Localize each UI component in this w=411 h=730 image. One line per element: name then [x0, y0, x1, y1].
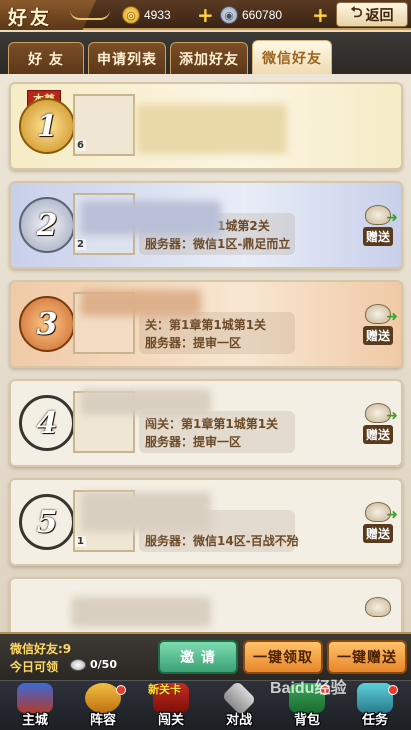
gift-label: 赠送 [362, 524, 393, 543]
back-arrow-icon: ⮌ [350, 3, 363, 21]
top-bar: 好友 ◎ 4933 + ◉ 660780 + ⮌ 返回 [0, 0, 411, 30]
today-claim-value: 0/50 [90, 658, 117, 671]
tab-wechat-friends[interactable]: 微信好友 [252, 40, 332, 74]
nav-stages[interactable]: 闯关 新关卡 [138, 681, 204, 730]
friend-stage: 1城第2关 [217, 219, 270, 233]
today-claim-count: 0/50 [70, 658, 117, 671]
gift-button[interactable]: ➜ 赠送 [358, 502, 398, 548]
gold-coin-icon: ◎ [122, 6, 140, 24]
rank-medal-2: 2 [19, 197, 75, 253]
friend-server: 服务器：提审一区 [145, 336, 242, 350]
rank-medal-5: 5 [19, 494, 75, 550]
friend-stage: 闯关：第1章第1城第1关 [145, 417, 279, 431]
tab-friends[interactable]: 好 友 [8, 42, 84, 74]
gift-button[interactable]: ➜ 赠送 [358, 205, 398, 251]
gift-label: 赠送 [362, 227, 393, 246]
nav-main-city[interactable]: 主城 [2, 681, 68, 730]
add-silver-plus-icon[interactable]: + [312, 5, 329, 25]
blurred-name [81, 492, 211, 532]
blurred-name [81, 389, 211, 415]
gold-amount: 4933 [144, 8, 171, 22]
blurred-name [81, 201, 221, 235]
blurred-name [81, 290, 201, 316]
gift-button[interactable]: ➜ 赠送 [358, 304, 398, 350]
bottom-nav: 主城 阵容 闯关 新关卡 对战 背包 任务 [0, 680, 411, 730]
bun-gift-icon: ➜ [365, 304, 398, 325]
rank-medal-1: 1 [19, 98, 75, 154]
title-swirl-decoration [70, 10, 110, 20]
rank-number: 5 [36, 504, 58, 540]
friend-card: 2 2 1城第2关 服务器：微信1区-鼎足而立 ➜ 赠送 [9, 181, 403, 269]
friend-list[interactable]: 本尊 1 6 2 2 1城第2关 服务器：微信1区-鼎足而立 ➜ 赠送 3 [0, 74, 411, 632]
add-gold-plus-icon[interactable]: + [197, 5, 214, 25]
friend-card: 3 关：第1章第1城第1关 服务器：提审一区 ➜ 赠送 [9, 280, 403, 368]
new-stage-tag: 新关卡 [148, 683, 181, 696]
gift-label: 赠送 [362, 326, 393, 345]
friend-info: 关：第1章第1城第1关 服务器：提审一区 [139, 312, 295, 354]
friend-card: 4 闯关：第1章第1城第1关 服务器：提审一区 ➜ 赠送 [9, 379, 403, 467]
nav-label: 背包 [293, 713, 320, 728]
back-label: 返回 [365, 7, 394, 24]
today-claimable-label: 今日可领 [10, 660, 59, 674]
rank-number: 4 [36, 405, 58, 441]
nav-label: 闯关 [157, 713, 184, 728]
friend-stage: 关：第1章第1城第1关 [145, 318, 267, 332]
bun-gift-icon: ➜ [365, 205, 398, 226]
friend-card-self: 本尊 1 6 [9, 82, 403, 170]
rank-number: 1 [36, 108, 58, 144]
page-title: 好友 [8, 7, 53, 29]
nav-battle[interactable]: 对战 [206, 680, 272, 730]
friend-server: 服务器：微信1区-鼎足而立 [145, 237, 291, 251]
bun-gift-icon [365, 597, 391, 617]
friend-level: 1 [75, 536, 86, 547]
rank-medal-4: 4 [19, 395, 75, 451]
friend-level: 6 [75, 140, 86, 151]
blurred-name [71, 597, 211, 627]
silver-resource: ◉ 660780 [220, 5, 282, 25]
friend-card [9, 577, 403, 632]
back-button[interactable]: ⮌ 返回 [336, 2, 408, 27]
friend-server: 服务器：提审一区 [145, 435, 242, 449]
bun-gift-icon: ➜ [365, 403, 398, 424]
tab-requests[interactable]: 申请列表 [88, 42, 166, 74]
gift-all-button[interactable]: 一键赠送 [327, 640, 407, 674]
nav-label: 主城 [21, 713, 48, 728]
claim-all-button[interactable]: 一键领取 [243, 640, 323, 674]
wechat-friend-count: 微信好友:9 [10, 642, 72, 656]
baidu-watermark: Baidu经验 [270, 680, 347, 697]
rank-number: 3 [36, 306, 58, 342]
nav-lineup[interactable]: 阵容 [70, 681, 136, 730]
gold-resource: ◎ 4933 [122, 5, 171, 25]
silver-coin-icon: ◉ [220, 6, 238, 24]
gift-button[interactable]: ➜ 赠送 [358, 403, 398, 449]
nav-label: 阵容 [89, 713, 116, 728]
notification-dot [388, 685, 398, 695]
bun-icon [70, 658, 86, 671]
action-bar: 微信好友:9 今日可领 0/50 邀 请 一键领取 一键赠送 [0, 632, 411, 680]
friend-server: 服务器：微信14区-百战不殆 [145, 534, 299, 548]
tab-add-friend[interactable]: 添加好友 [170, 42, 248, 74]
nav-label: 任务 [361, 713, 388, 728]
friend-info: 闯关：第1章第1城第1关 服务器：提审一区 [139, 411, 295, 453]
friend-card: 5 1 服务器：微信14区-百战不殆 ➜ 赠送 [9, 478, 403, 566]
gift-button[interactable] [358, 597, 398, 632]
notification-dot [116, 685, 126, 695]
bun-gift-icon: ➜ [365, 502, 398, 523]
invite-button[interactable]: 邀 请 [158, 640, 238, 674]
nav-tasks[interactable]: 任务 [342, 681, 408, 730]
silver-amount: 660780 [242, 8, 283, 22]
gift-label: 赠送 [362, 425, 393, 444]
blurred-info [137, 104, 287, 154]
friend-level: 2 [75, 239, 86, 250]
rank-number: 2 [36, 207, 58, 243]
rank-medal-3: 3 [19, 296, 75, 352]
